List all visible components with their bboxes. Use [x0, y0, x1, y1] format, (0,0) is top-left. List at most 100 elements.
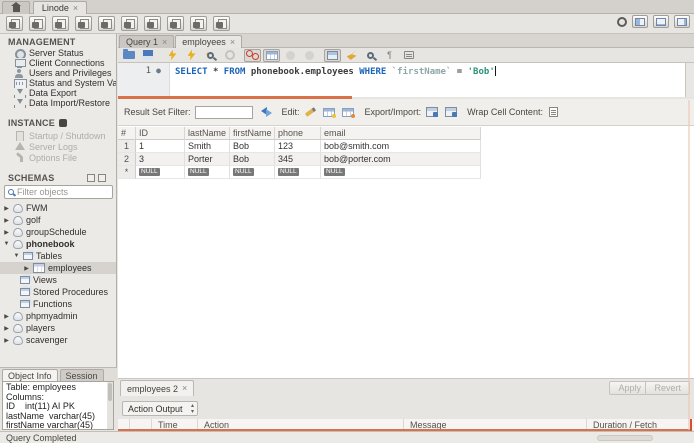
tab-query-1[interactable]: Query 1 × — [119, 35, 175, 48]
create-table-icon[interactable] — [75, 16, 92, 31]
toggle-word-wrap-button[interactable] — [400, 49, 417, 62]
cell-firstname[interactable]: Bob — [230, 140, 275, 153]
tree-item-scavenger[interactable]: ▶ scavenger — [0, 334, 116, 346]
tree-item-players[interactable]: ▶ players — [0, 322, 116, 334]
close-icon[interactable]: × — [182, 384, 187, 393]
execute-query-button[interactable] — [164, 49, 181, 62]
toggle-output-panel-button[interactable] — [653, 15, 669, 28]
tree-item-fwm[interactable]: ▶ FWM — [0, 202, 116, 214]
result-tab-employees-2[interactable]: employees 2 × — [120, 380, 195, 396]
open-file-button[interactable] — [120, 49, 137, 62]
object-info-scrollbar[interactable] — [107, 382, 113, 429]
save-script-button[interactable] — [139, 49, 156, 62]
create-procedure-icon[interactable] — [121, 16, 138, 31]
output-type-select[interactable]: Action Output ▴ ▾ — [122, 401, 198, 416]
tree-item-phpmyadmin[interactable]: ▶ phpmyadmin — [0, 310, 116, 322]
create-view-icon[interactable] — [98, 16, 115, 31]
apply-button[interactable]: Apply — [609, 381, 650, 395]
explain-plan-button[interactable] — [202, 49, 219, 62]
sidebar-item-data-import[interactable]: Data Import/Restore — [0, 98, 116, 108]
close-icon[interactable]: × — [73, 3, 78, 13]
export-recordset-button[interactable] — [423, 106, 440, 119]
row-header[interactable]: 1 — [118, 140, 136, 153]
cell-null[interactable]: NULL — [321, 166, 481, 179]
find-button[interactable] — [362, 49, 379, 62]
cell-lastname[interactable]: Porter — [185, 153, 230, 166]
open-sql-script-icon[interactable] — [29, 16, 46, 31]
expand-schemas-icon[interactable] — [87, 174, 95, 182]
cell-null[interactable]: NULL — [185, 166, 230, 179]
result-filter-input[interactable] — [194, 105, 253, 119]
editor-scrollbar[interactable] — [685, 63, 694, 97]
row-header-new[interactable]: * — [118, 166, 136, 179]
sidebar-item-options-file[interactable]: Options File — [0, 152, 116, 163]
tree-item-employees[interactable]: ▶ employees — [0, 262, 116, 274]
stop-query-button[interactable] — [221, 49, 238, 62]
cell-email[interactable]: bob@porter.com — [321, 153, 481, 166]
cell-phone[interactable]: 123 — [275, 140, 321, 153]
tree-item-groupschedule[interactable]: ▶ groupSchedule — [0, 226, 116, 238]
tab-employees[interactable]: employees × — [175, 35, 243, 48]
col-header-lastname[interactable]: lastName — [185, 127, 230, 140]
toggle-sidebar-panel-button[interactable] — [632, 15, 648, 28]
create-user-icon[interactable] — [167, 16, 184, 31]
rollback-button[interactable] — [301, 49, 318, 62]
limit-rows-button[interactable] — [263, 48, 280, 62]
new-query-tab-icon[interactable] — [6, 16, 23, 31]
close-icon[interactable]: × — [230, 37, 235, 47]
reconnect-dbms-icon[interactable] — [213, 16, 230, 31]
cell-id[interactable]: 1 — [136, 140, 185, 153]
notification-icon[interactable] — [617, 16, 627, 27]
beautify-sql-button[interactable] — [343, 49, 360, 62]
create-schema-icon[interactable] — [52, 16, 69, 31]
cell-email[interactable]: bob@smith.com — [321, 140, 481, 153]
cell-null[interactable]: NULL — [230, 166, 275, 179]
toggle-secondary-panel-button[interactable] — [674, 15, 690, 28]
wrap-cell-content-button[interactable] — [545, 106, 562, 119]
schema-filter[interactable] — [4, 185, 113, 199]
toggle-invisible-chars-button[interactable]: ¶ — [381, 49, 398, 62]
search-table-data-icon[interactable] — [190, 16, 207, 31]
sidebar-item-client-connections[interactable]: Client Connections — [0, 58, 116, 68]
cell-null[interactable]: NULL — [136, 166, 185, 179]
execute-current-button[interactable] — [183, 49, 200, 62]
schema-filter-input[interactable] — [17, 187, 102, 197]
refresh-schemas-icon[interactable] — [98, 174, 106, 182]
cell-firstname[interactable]: Bob — [230, 153, 275, 166]
refresh-icon[interactable] — [260, 107, 272, 117]
close-icon[interactable]: × — [162, 37, 167, 47]
new-tab-on-execute-button[interactable] — [324, 48, 341, 62]
tree-item-tables[interactable]: ▼ Tables — [0, 250, 116, 262]
col-header-rownum[interactable]: # — [118, 127, 136, 140]
revert-button[interactable]: Revert — [645, 381, 690, 395]
spinner-icon[interactable]: ▴ ▾ — [191, 403, 194, 415]
tree-item-golf[interactable]: ▶ golf — [0, 214, 116, 226]
sidebar-item-server-status[interactable]: Server Status — [0, 48, 116, 58]
create-function-icon[interactable] — [144, 16, 161, 31]
sql-editor[interactable]: 1 ● SELECT * FROM phonebook.employees WH… — [118, 62, 694, 97]
col-header-email[interactable]: email — [321, 127, 481, 140]
home-tab[interactable] — [2, 1, 30, 14]
add-record-button[interactable] — [321, 106, 338, 119]
cell-id[interactable]: 3 — [136, 153, 185, 166]
col-header-firstname[interactable]: firstName — [230, 127, 275, 140]
sidebar-item-users-privileges[interactable]: Users and Privileges — [0, 68, 116, 78]
sidebar-item-server-logs[interactable]: Server Logs — [0, 141, 116, 152]
edit-record-button[interactable] — [302, 106, 319, 119]
toggle-autocommit-button[interactable] — [244, 48, 261, 62]
delete-record-button[interactable] — [340, 106, 357, 119]
cell-null[interactable]: NULL — [275, 166, 321, 179]
import-records-button[interactable] — [442, 106, 459, 119]
sidebar-item-data-export[interactable]: Data Export — [0, 88, 116, 98]
tree-item-stored-procedures[interactable]: Stored Procedures — [0, 286, 116, 298]
row-header[interactable]: 2 — [118, 153, 136, 166]
horizontal-scrollbar-thumb[interactable] — [597, 435, 653, 441]
tree-item-phonebook[interactable]: ▼ phonebook — [0, 238, 116, 250]
tree-item-functions[interactable]: Functions — [0, 298, 116, 310]
sidebar-item-status-variables[interactable]: Status and System Variables — [0, 78, 116, 88]
commit-button[interactable] — [282, 49, 299, 62]
tree-item-views[interactable]: Views — [0, 274, 116, 286]
col-header-phone[interactable]: phone — [275, 127, 321, 140]
sidebar-item-startup-shutdown[interactable]: Startup / Shutdown — [0, 130, 116, 141]
connection-tab[interactable]: Linode × — [33, 1, 87, 14]
